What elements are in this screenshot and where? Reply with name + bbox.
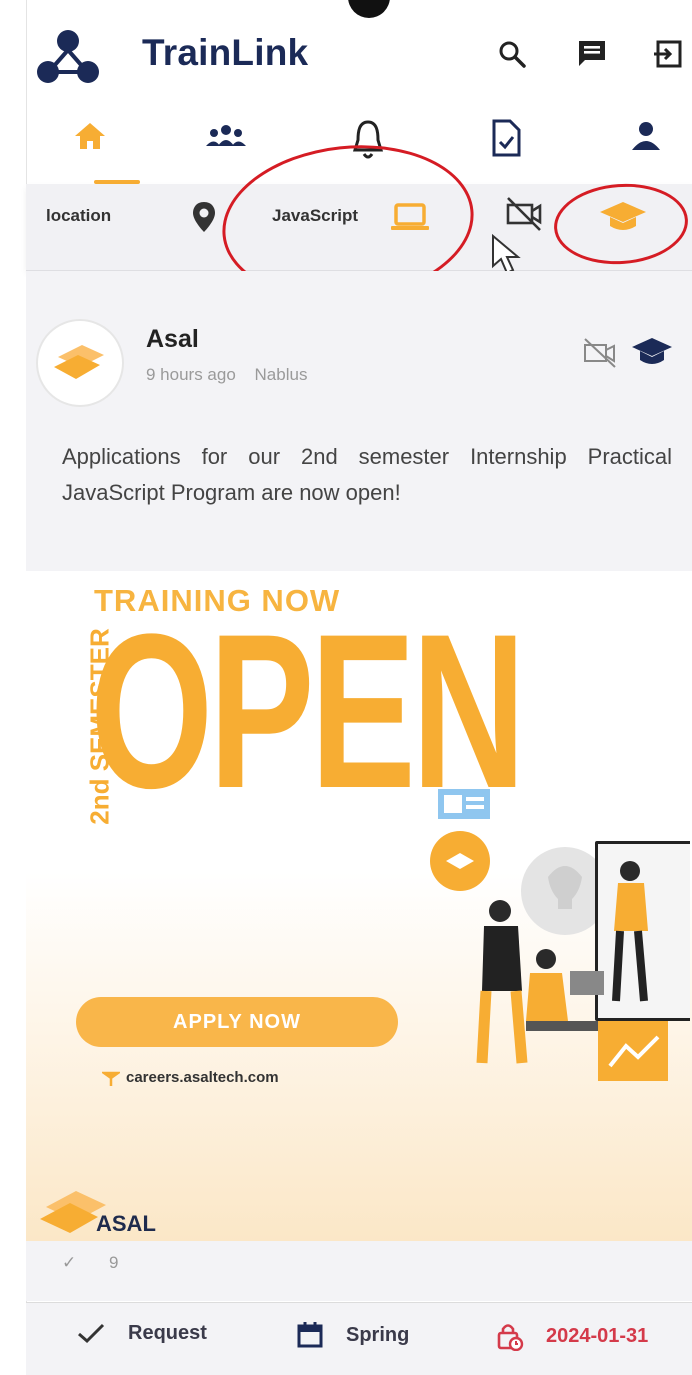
nav-documents[interactable] — [476, 118, 536, 176]
trainlink-logo-icon — [37, 30, 99, 83]
feed: Asal 9 hours ago Nablus Applications for… — [26, 271, 692, 1301]
post-footer-bar: Request Spring 2024-01-31 — [26, 1302, 692, 1375]
graduation-cap-icon — [632, 338, 672, 364]
post-time: 9 hours ago — [146, 365, 236, 384]
poster-website[interactable]: careers.asaltech.com — [126, 1069, 279, 1086]
poster-brand: ASAL — [96, 1211, 156, 1236]
calendar-icon — [297, 1322, 323, 1348]
no-camera-icon[interactable] — [504, 196, 544, 232]
season-label: Spring — [346, 1323, 410, 1346]
no-camera-icon — [584, 338, 616, 368]
deadline-item: 2024-01-31 — [494, 1321, 648, 1351]
action-count[interactable]: 9 — [109, 1253, 118, 1272]
pointer-icon — [102, 1071, 120, 1086]
search-icon[interactable] — [496, 38, 528, 70]
team-illustration — [430, 789, 690, 1081]
app-header: TrainLink — [0, 0, 692, 105]
post-city: Nablus — [254, 365, 308, 384]
groups-icon — [206, 125, 246, 146]
nav-home[interactable] — [60, 118, 120, 176]
check-icon — [78, 1323, 105, 1344]
chat-icon[interactable] — [576, 38, 608, 70]
home-icon — [75, 123, 105, 149]
post-image[interactable]: 2nd SEMESTER TRAINING NOW OPEN APPLY NOW… — [26, 571, 692, 1241]
location-pin-icon[interactable] — [190, 200, 218, 234]
apply-now-button[interactable]: APPLY NOW — [76, 997, 398, 1047]
request-button[interactable]: Request — [76, 1321, 207, 1345]
post-actions: ✓ 9 — [62, 1253, 118, 1273]
logout-icon[interactable] — [652, 38, 684, 70]
location-label[interactable]: location — [46, 206, 111, 226]
app-title: TrainLink — [142, 32, 309, 73]
nav-groups[interactable] — [196, 118, 256, 176]
lock-clock-icon — [497, 1324, 524, 1351]
document-check-icon — [492, 119, 521, 157]
post-author[interactable]: Asal — [146, 325, 199, 354]
season-item: Spring — [296, 1321, 409, 1349]
post-text: Applications for our 2nd semester Intern… — [62, 444, 672, 505]
asal-logo-icon — [54, 345, 104, 379]
author-avatar[interactable] — [36, 319, 124, 407]
post-meta: 9 hours ago Nablus — [146, 365, 321, 385]
deadline-date: 2024-01-31 — [546, 1324, 649, 1347]
nav-profile[interactable] — [616, 118, 676, 176]
checkmarks[interactable]: ✓ — [62, 1253, 76, 1272]
person-icon — [632, 122, 660, 150]
request-label: Request — [128, 1321, 207, 1344]
